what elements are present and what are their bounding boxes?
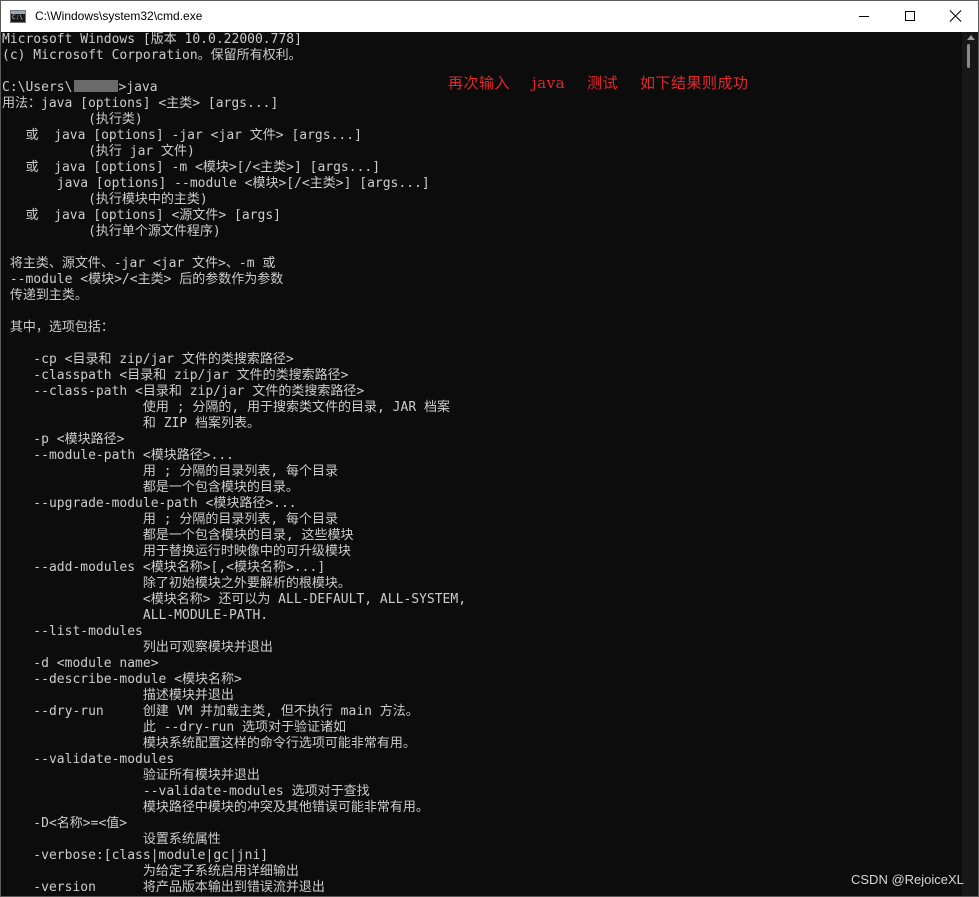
watermark: CSDN @RejoiceXL (851, 872, 964, 887)
console-header-lines: Microsoft Windows [版本 10.0.22000.778] (c… (2, 32, 302, 63)
console-line: --dry-run 创建 VM 并加载主类, 但不执行 main 方法。 (2, 704, 419, 719)
console-line: --add-modules <模块名称>[,<模块名称>...] (2, 560, 326, 575)
console-line: --module <模块>/<主类> 后的参数作为参数 (2, 272, 284, 287)
console-line: 传递到主类。 (2, 288, 88, 303)
console-line: --class-path <目录和 zip/jar 文件的类搜索路径> (2, 384, 365, 399)
cmd-icon[interactable] (10, 10, 26, 23)
console-text: Microsoft Windows [版本 10.0.22000.778] (c… (2, 32, 962, 896)
console-line: 都是一个包含模块的目录, 这些模块 (2, 528, 354, 543)
close-button[interactable] (933, 1, 978, 32)
console-line: 和 ZIP 档案列表。 (2, 416, 261, 431)
console-line: (执行类) (2, 112, 143, 127)
console-line: 或 java [options] -jar <jar 文件> [args...] (2, 128, 362, 143)
command-prompt: C:\Users\ >java (2, 80, 158, 95)
console-line: -p <模块路径> (2, 432, 125, 447)
console-line: java [options] --module <模块>[/<主类>] [arg… (2, 176, 430, 191)
console-line: 列出可观察模块并退出 (2, 640, 273, 655)
console-line: 使用 ; 分隔的, 用于搜索类文件的目录, JAR 档案 (2, 400, 450, 415)
console-line: 描述模块并退出 (2, 688, 234, 703)
maximize-button[interactable] (887, 1, 933, 32)
console-line: (执行单个源文件程序) (2, 224, 221, 239)
console-line: ALL-MODULE-PATH. (2, 608, 269, 623)
console-line: -version 将产品版本输出到错误流并退出 (2, 880, 325, 895)
console-line: 模块路径中模块的冲突及其他错误可能非常有用。 (2, 800, 429, 815)
console-line: --module-path <模块路径>... (2, 448, 235, 463)
console-line: 验证所有模块并退出 (2, 768, 260, 783)
console-line: 此 --dry-run 选项对于验证诸如 (2, 720, 346, 735)
red-annotation: 再次输入 java 测试 如下结果则成功 (448, 72, 771, 93)
console-line: 用 ; 分隔的目录列表, 每个目录 (2, 512, 339, 527)
console-line: -D<名称>=<值> (2, 816, 128, 831)
console-line: --validate-modules 选项对于查找 (2, 784, 370, 799)
annotation-part: java (532, 74, 566, 92)
title-bar[interactable]: C:\Windows\system32\cmd.exe (1, 1, 978, 32)
console-line: (执行 jar 文件) (2, 144, 195, 159)
minimize-button[interactable] (841, 1, 887, 32)
console-line: (执行模块中的主类) (2, 192, 208, 207)
annotation-part: 测试 (587, 74, 619, 92)
prompt-command: >java (118, 80, 158, 95)
window-title: C:\Windows\system32\cmd.exe (35, 9, 203, 23)
cmd-window: C:\Windows\system32\cmd.exe Microsoft Wi… (0, 0, 979, 897)
console-line: <模块名称> 还可以为 ALL-DEFAULT, ALL-SYSTEM, (2, 592, 467, 607)
vertical-scrollbar[interactable] (962, 32, 978, 896)
console-line: 用法：java [options] <主类> [args...] (2, 96, 279, 111)
annotation-part: 再次输入 (448, 74, 511, 92)
console-line: 将主类、源文件、-jar <jar 文件>、-m 或 (2, 256, 276, 271)
console-line: 设置系统属性 (2, 832, 221, 847)
console-line: -cp <目录和 zip/jar 文件的类搜索路径> (2, 352, 294, 367)
annotation-part: 如下结果则成功 (640, 74, 749, 92)
console-line: --describe-module <模块名称> (2, 672, 242, 687)
console-line: 或 java [options] -m <模块>[/<主类>] [args...… (2, 160, 381, 175)
console-line: 为给定子系统启用详细输出 (2, 864, 299, 879)
close-icon (950, 10, 962, 22)
console-line: Microsoft Windows [版本 10.0.22000.778] (2, 32, 302, 47)
java-usage-output: 用法：java [options] <主类> [args...] (执行类) 或… (2, 96, 466, 895)
scrollbar-thumb[interactable] (967, 44, 970, 68)
console-line: (c) Microsoft Corporation。保留所有权利。 (2, 48, 302, 63)
console-line: --validate-modules (2, 752, 175, 767)
console-line: --upgrade-module-path <模块路径>... (2, 496, 297, 511)
console-line: 其中，选项包括： (2, 320, 114, 335)
prompt-prefix: C:\Users\ (2, 80, 73, 95)
console-line: 都是一个包含模块的目录。 (2, 480, 299, 495)
console-line: 用 ; 分隔的目录列表, 每个目录 (2, 464, 339, 479)
console-line: -d <module name> (2, 656, 159, 671)
redacted-username (74, 80, 119, 92)
console-line: --list-modules (2, 624, 143, 639)
console-line: 模块系统配置这样的命令行选项可能非常有用。 (2, 736, 416, 751)
console-line: -verbose:[class|module|gc|jni] (2, 848, 269, 863)
console-line: 除了初始模块之外要解析的根模块。 (2, 576, 351, 591)
minimize-icon (859, 16, 869, 17)
console-line: 用于替换运行时映像中的可升级模块 (2, 544, 351, 559)
console-output[interactable]: Microsoft Windows [版本 10.0.22000.778] (c… (2, 32, 962, 896)
scroll-up-icon[interactable] (967, 35, 975, 40)
maximize-icon (905, 11, 915, 21)
console-line: -classpath <目录和 zip/jar 文件的类搜索路径> (2, 368, 349, 383)
console-line: 或 java [options] <源文件> [args] (2, 208, 281, 223)
